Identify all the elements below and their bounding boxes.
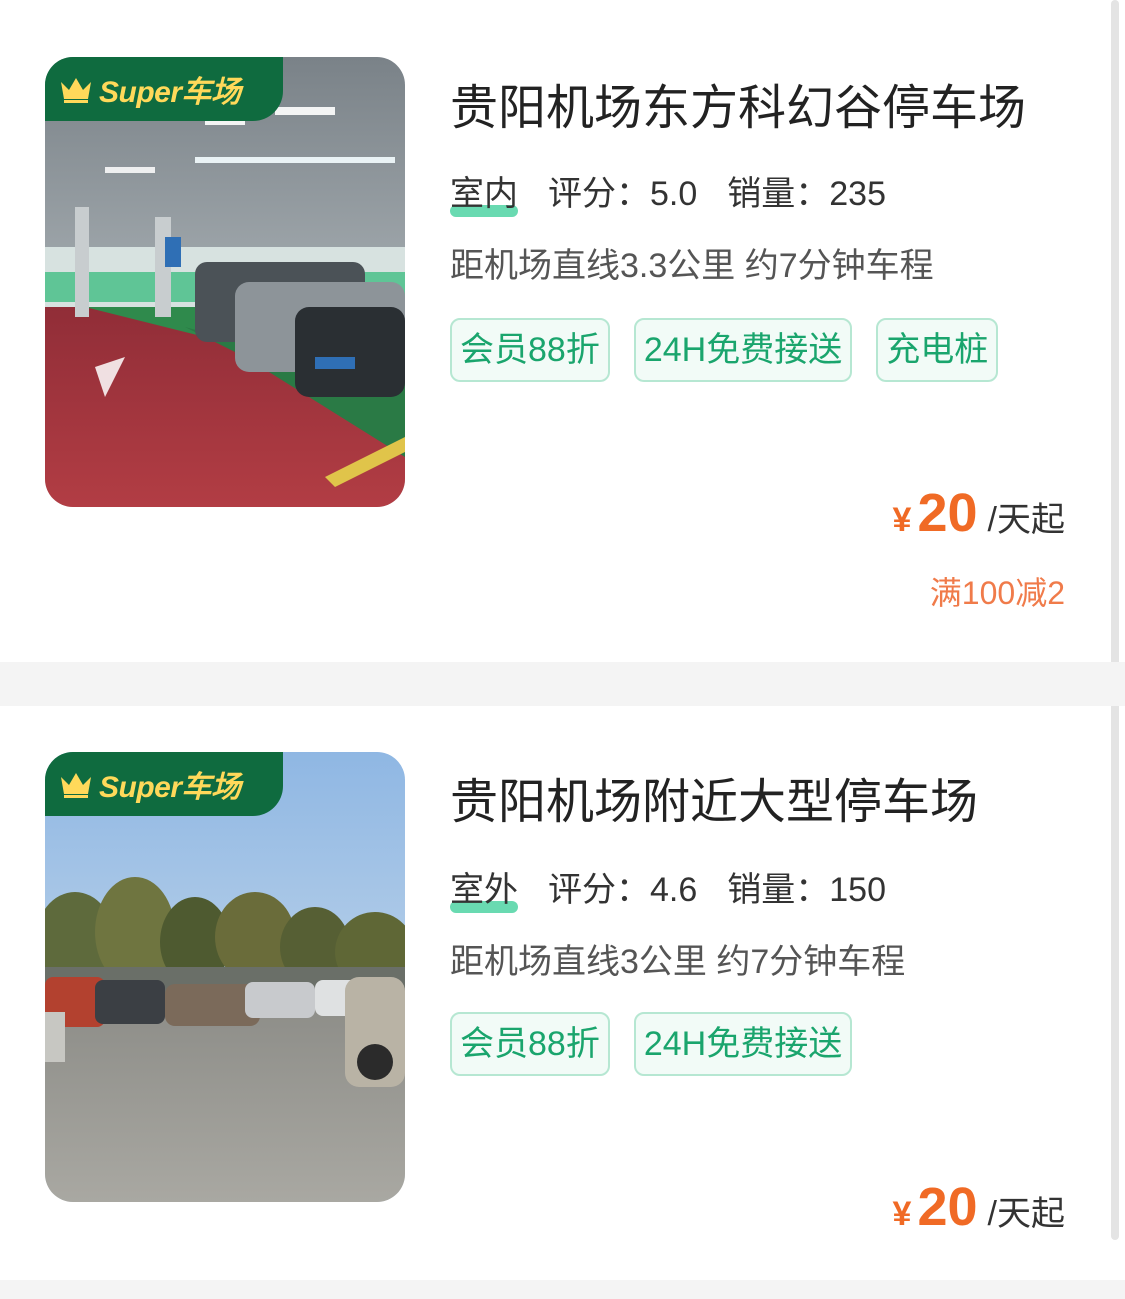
lot-price: ¥ 20 /天起 xyxy=(893,1176,1065,1238)
lot-distance: 距机场直线3公里 约7分钟车程 xyxy=(450,943,906,981)
lot-type-tag: 室内 xyxy=(450,166,518,217)
lot-name[interactable]: 贵阳机场附近大型停车场 xyxy=(450,762,978,832)
lot-meta: 室内 评分：5.0 销量：235 xyxy=(450,166,916,217)
sales-value: 150 xyxy=(829,871,886,909)
tag-free-shuttle: 24H免费接送 xyxy=(633,318,853,382)
price-unit: /天起 xyxy=(987,1195,1065,1233)
scrollbar[interactable] xyxy=(1111,0,1119,1240)
lot-name[interactable]: 贵阳机场东方科幻谷停车场 xyxy=(450,68,1026,138)
super-lot-badge: Super车场 xyxy=(45,57,283,121)
lot-distance: 距机场直线3.3公里 约7分钟车程 xyxy=(450,247,934,285)
tag-member-discount: 会员88折 xyxy=(450,318,610,382)
lot-meta: 室外 评分：4.6 销量：150 xyxy=(450,862,916,913)
price-value: 20 xyxy=(917,483,978,543)
parking-lot-photo: Super车场 xyxy=(45,57,405,507)
lot-price: ¥ 20 /天起 xyxy=(893,482,1065,544)
rating-value: 4.6 xyxy=(650,871,698,909)
rating: 评分：4.6 xyxy=(548,862,697,911)
rating-value: 5.0 xyxy=(650,175,698,213)
card-divider xyxy=(0,1280,1125,1299)
parking-lot-card[interactable]: Super车场 贵阳机场附近大型停车场 室外 评分：4.6 销量：150 距机场… xyxy=(0,706,1110,1280)
indoor-garage-image xyxy=(45,57,405,507)
lot-promo: 满100减2 xyxy=(929,575,1065,611)
tag-charging-pile: 充电桩 xyxy=(876,318,999,382)
sales: 销量：150 xyxy=(727,862,886,911)
sales-value: 235 xyxy=(829,175,886,213)
parking-lot-card[interactable]: Super车场 贵阳机场东方科幻谷停车场 室内 评分：5.0 销量：235 距机… xyxy=(0,0,1110,662)
sales-label: 销量： xyxy=(727,871,830,909)
card-divider xyxy=(0,662,1125,706)
lot-type-label: 室外 xyxy=(450,871,518,909)
badge-label: Super车场 xyxy=(99,76,241,109)
lot-type-label: 室内 xyxy=(450,175,518,213)
outdoor-lot-image xyxy=(45,752,405,1202)
parking-lot-photo: Super车场 xyxy=(45,752,405,1202)
rating-label: 评分： xyxy=(548,871,650,909)
rating: 评分：5.0 xyxy=(548,166,697,215)
rating-label: 评分： xyxy=(548,175,650,213)
crown-icon xyxy=(61,773,91,798)
sales-label: 销量： xyxy=(727,175,830,213)
lot-tags: 会员88折 24H免费接送 充电桩 xyxy=(450,318,1070,382)
sales: 销量：235 xyxy=(727,166,886,215)
tag-free-shuttle: 24H免费接送 xyxy=(633,1012,853,1076)
tag-member-discount: 会员88折 xyxy=(450,1012,610,1076)
super-lot-badge: Super车场 xyxy=(45,752,283,816)
price-currency: ¥ xyxy=(892,1195,912,1233)
price-value: 20 xyxy=(917,1177,978,1237)
price-currency: ¥ xyxy=(892,501,912,539)
badge-label: Super车场 xyxy=(99,771,241,804)
price-unit: /天起 xyxy=(987,501,1065,539)
lot-type-tag: 室外 xyxy=(450,862,518,913)
lot-tags: 会员88折 24H免费接送 xyxy=(450,1012,1070,1076)
crown-icon xyxy=(61,78,91,103)
